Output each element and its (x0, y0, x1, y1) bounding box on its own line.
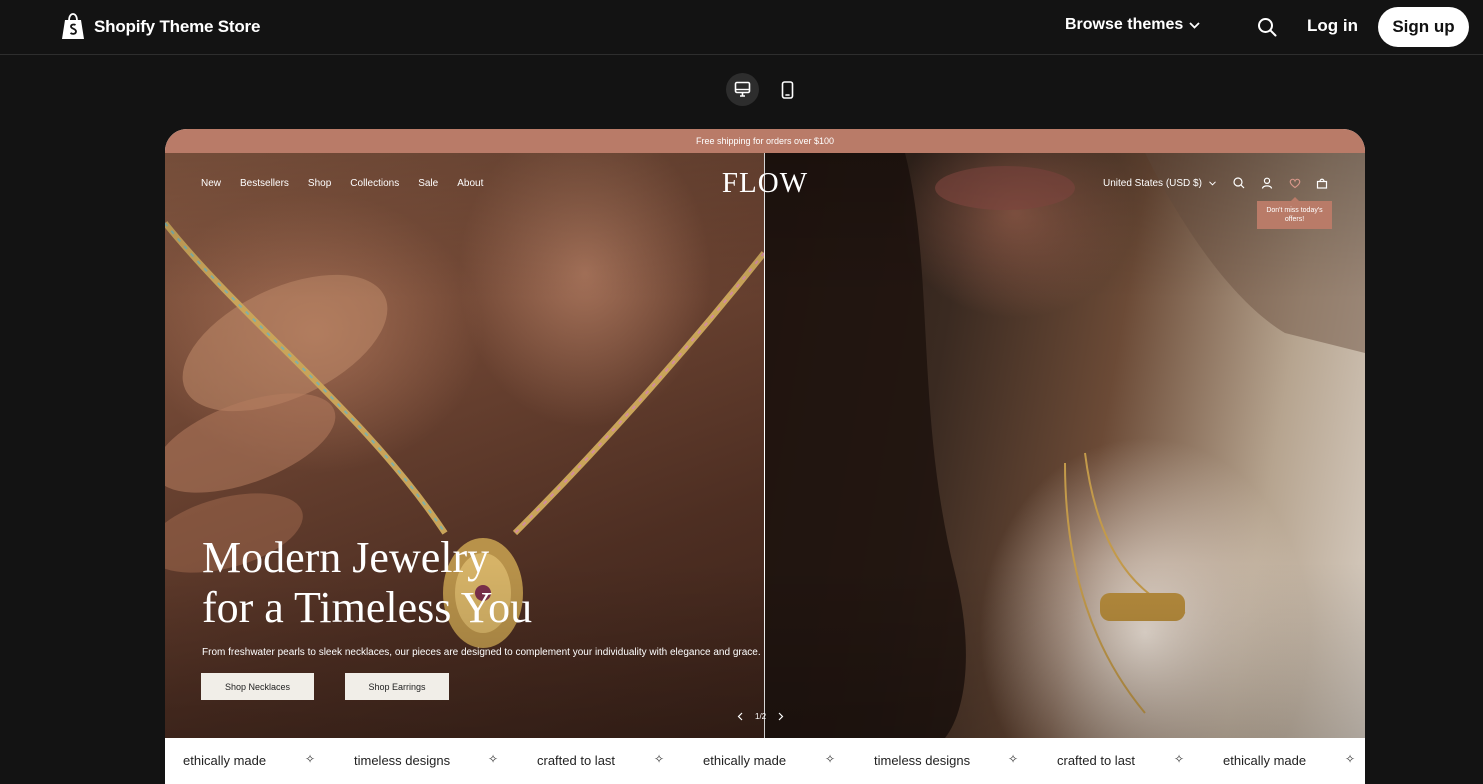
mobile-icon (781, 80, 794, 99)
marquee-item: ethically made (1223, 753, 1307, 768)
account-icon[interactable] (1261, 177, 1273, 189)
store-search-icon[interactable] (1233, 177, 1245, 189)
shop-earrings-button[interactable]: Shop Earrings (345, 673, 449, 700)
marquee-separator: ✧ (305, 752, 316, 766)
slide-controls: 1/2 (733, 709, 788, 723)
desktop-icon (734, 81, 751, 97)
shopify-bag-icon (62, 13, 84, 39)
marquee-item: timeless designs (874, 753, 971, 768)
mobile-view-button[interactable] (771, 73, 804, 106)
wishlist-heart-icon[interactable] (1289, 177, 1301, 189)
brand-text: Shopify Theme Store (94, 17, 261, 36)
desktop-view-button[interactable] (726, 73, 759, 106)
marquee-item: crafted to last (1057, 753, 1136, 768)
chevron-down-icon (1209, 181, 1216, 186)
browse-themes-menu[interactable]: Browse themes (1065, 16, 1200, 34)
hero-heading-line1: Modern Jewelry (202, 533, 490, 582)
theme-preview: Free shipping for orders over $100 New B… (165, 129, 1365, 784)
search-icon[interactable] (1257, 17, 1277, 37)
marquee-separator: ✧ (1174, 752, 1185, 766)
chevron-left-icon (737, 712, 743, 720)
login-link[interactable]: Log in (1307, 16, 1358, 36)
announcement-bar: Free shipping for orders over $100 (165, 129, 1365, 153)
marquee-item: ethically made (703, 753, 787, 768)
currency-label: United States (USD $) (1103, 178, 1202, 189)
marquee-separator: ✧ (654, 752, 665, 766)
marquee-item: timeless designs (354, 753, 451, 768)
hero-heading: Modern Jewelry for a Timeless You (202, 533, 532, 633)
marquee-separator: ✧ (1008, 752, 1019, 766)
browse-themes-label: Browse themes (1065, 16, 1184, 33)
hero-slideshow: New Bestsellers Shop Collections Sale Ab… (165, 153, 1365, 738)
currency-selector[interactable]: United States (USD $) (1103, 178, 1216, 189)
marquee-separator: ✧ (488, 752, 499, 766)
slide-prev-button[interactable] (733, 709, 747, 723)
hero-subtext: From freshwater pearls to sleek necklace… (202, 647, 761, 658)
brand[interactable]: Shopify Theme Store (61, 13, 260, 41)
chevron-down-icon (1189, 21, 1200, 29)
marquee-strip: ethically made ✧ timeless designs ✧ craf… (165, 738, 1365, 784)
slide-next-button[interactable] (774, 709, 788, 723)
marquee-item: crafted to last (537, 753, 616, 768)
top-bar: Shopify Theme Store Browse themes Log in… (0, 0, 1483, 55)
cart-bag-icon[interactable] (1316, 177, 1328, 189)
device-switch (726, 73, 804, 106)
shop-necklaces-button[interactable]: Shop Necklaces (201, 673, 314, 700)
marquee-item: ethically made (183, 753, 267, 768)
hero-heading-line2: for a Timeless You (202, 583, 533, 632)
slide-counter: 1/2 (755, 711, 767, 721)
chevron-right-icon (778, 712, 784, 720)
signup-button[interactable]: Sign up (1378, 7, 1469, 47)
marquee-separator: ✧ (825, 752, 836, 766)
offers-tooltip: Don't miss today's offers! (1257, 197, 1332, 229)
marquee-separator: ✧ (1345, 752, 1356, 766)
